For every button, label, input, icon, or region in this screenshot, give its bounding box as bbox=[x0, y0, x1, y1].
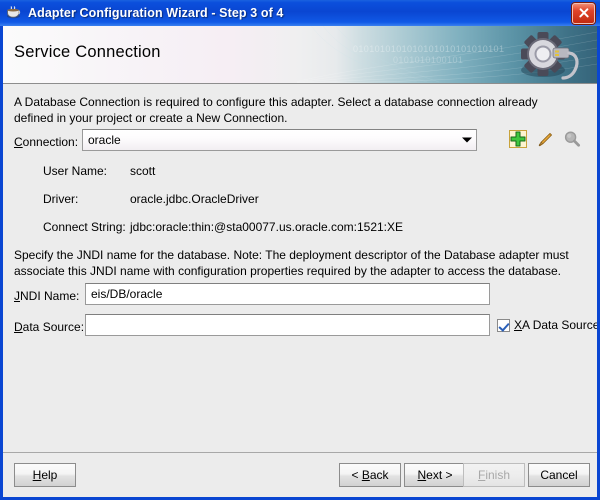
magnifier-search-icon bbox=[563, 130, 581, 148]
help-button[interactable]: Help bbox=[14, 463, 76, 487]
connection-dropdown-value: oracle bbox=[83, 133, 458, 147]
jndi-name-label: JNDI Name: bbox=[14, 289, 79, 303]
jndi-description-text: Specify the JNDI name for the database. … bbox=[14, 247, 580, 279]
banner-binary-text-1: 0101010101010101010101010101 bbox=[353, 44, 504, 54]
close-icon[interactable] bbox=[572, 3, 595, 24]
wizard-banner: Service Connection 010101010101010101010… bbox=[3, 26, 597, 84]
xa-data-source-checkbox[interactable]: XA Data Source bbox=[497, 318, 597, 332]
chevron-down-icon bbox=[458, 130, 476, 150]
adapter-description-text: A Database Connection is required to con… bbox=[14, 94, 580, 126]
page-title: Service Connection bbox=[14, 43, 161, 62]
banner-swoosh-decoration bbox=[297, 26, 597, 84]
user-name-label: User Name: bbox=[43, 164, 107, 178]
finish-button: Finish bbox=[463, 463, 525, 487]
data-source-input[interactable] bbox=[85, 314, 490, 336]
driver-value: oracle.jdbc.OracleDriver bbox=[130, 192, 259, 206]
adapter-configuration-wizard-window: Adapter Configuration Wizard - Step 3 of… bbox=[0, 0, 600, 500]
next-button[interactable]: Next > bbox=[404, 463, 466, 487]
cancel-button[interactable]: Cancel bbox=[528, 463, 590, 487]
jndi-name-input[interactable]: eis/DB/oracle bbox=[85, 283, 490, 305]
data-source-label: Data Source: bbox=[14, 320, 84, 334]
title-bar: Adapter Configuration Wizard - Step 3 of… bbox=[0, 0, 600, 26]
add-plus-icon[interactable] bbox=[509, 130, 527, 148]
back-button[interactable]: < Back bbox=[339, 463, 401, 487]
dialog-button-bar: Help < Back Next > Finish Cancel bbox=[3, 452, 597, 496]
connect-string-value: jdbc:oracle:thin:@sta00077.us.oracle.com… bbox=[130, 220, 403, 234]
connect-string-label: Connect String: bbox=[43, 220, 126, 234]
window-body: Service Connection 010101010101010101010… bbox=[3, 26, 597, 497]
window-title: Adapter Configuration Wizard - Step 3 of… bbox=[28, 6, 572, 20]
java-coffee-cup-icon bbox=[5, 4, 23, 22]
wizard-content: A Database Connection is required to con… bbox=[3, 84, 597, 496]
connection-dropdown[interactable]: oracle bbox=[82, 129, 477, 151]
xa-data-source-label: XA Data Source bbox=[514, 318, 597, 332]
checkbox-check-icon bbox=[497, 319, 510, 332]
user-name-value: scott bbox=[130, 164, 155, 178]
pencil-edit-icon[interactable] bbox=[536, 130, 554, 148]
gear-plug-icon bbox=[517, 30, 583, 82]
banner-binary-text-2: 0101010100101 bbox=[393, 55, 463, 65]
driver-label: Driver: bbox=[43, 192, 78, 206]
connection-label: Connection: bbox=[14, 135, 78, 149]
